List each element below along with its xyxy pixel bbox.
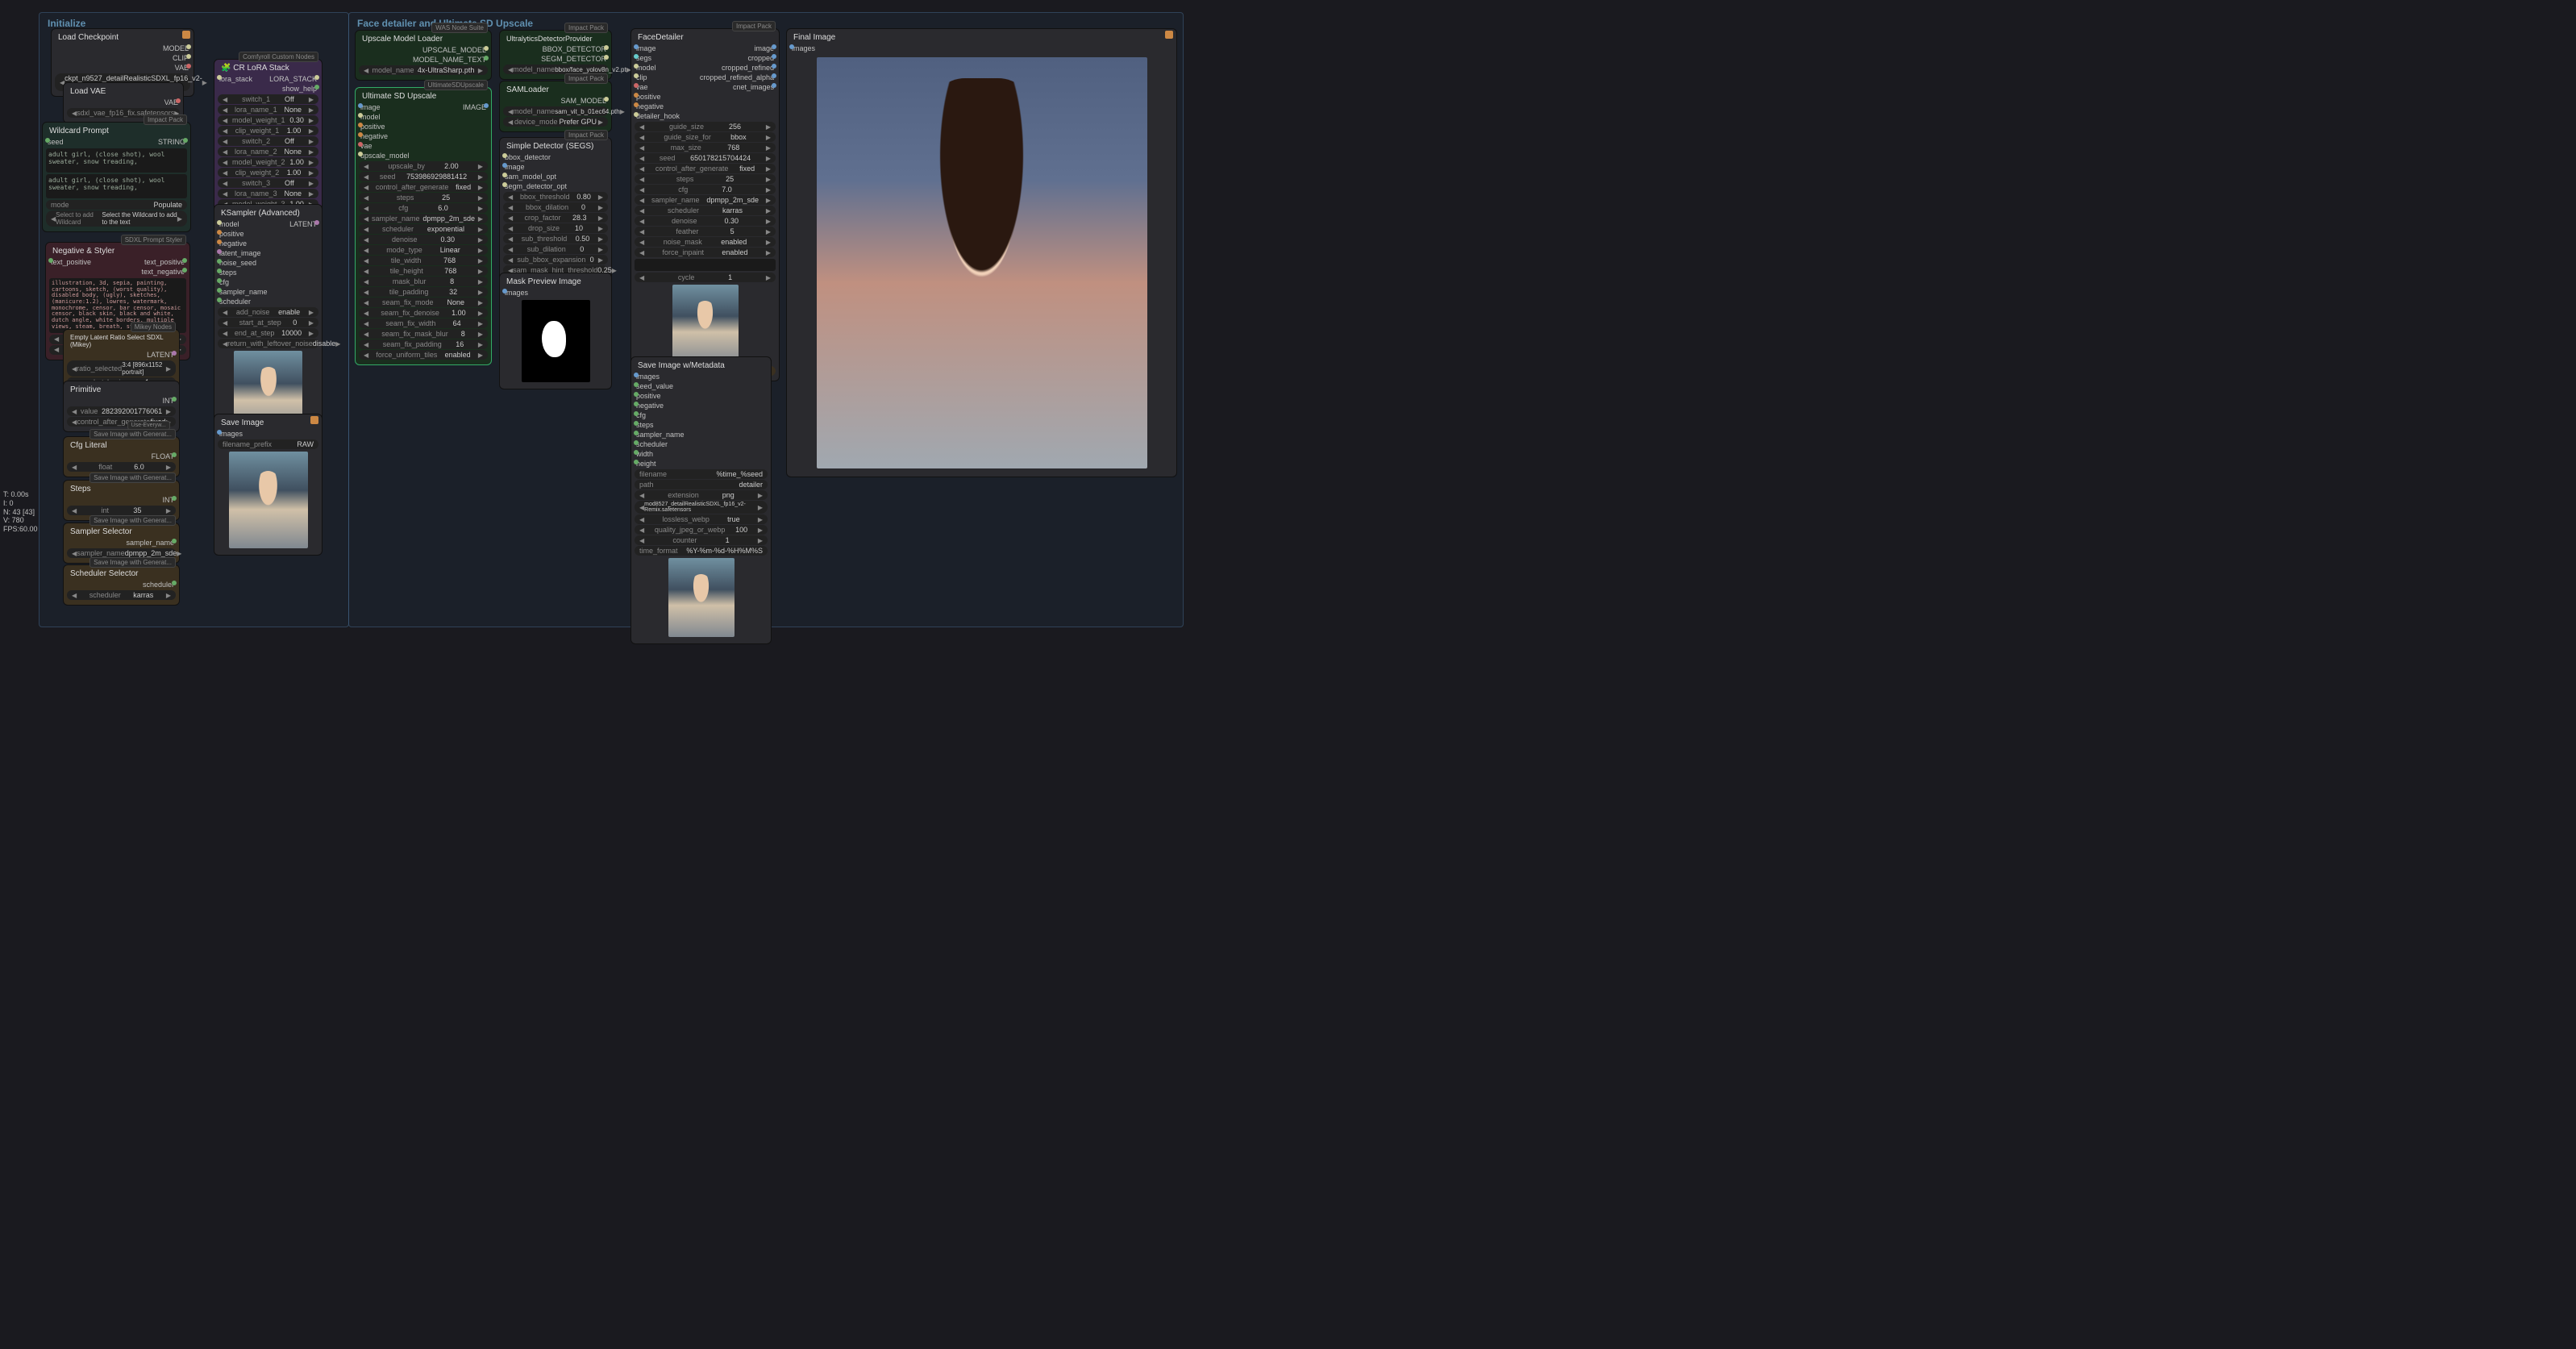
node-cfg-literal[interactable]: Use-Everyw... Save Image with Generat...… xyxy=(63,436,180,477)
node-badge: Impact Pack xyxy=(564,130,608,140)
node-badge: WAS Node Suite xyxy=(431,23,488,33)
preview-image xyxy=(672,285,739,364)
node-title: Primitive xyxy=(67,384,176,396)
ratio-widget[interactable]: ◀ratio_selected3:4 [896x1152 portrait]▶ xyxy=(67,360,176,377)
node-badge: Save Image with Generat... xyxy=(89,557,176,568)
node-mask-preview[interactable]: Mask Preview Image images xyxy=(499,273,612,389)
scheduler-widget[interactable]: ◀schedulerkarras▶ xyxy=(67,590,176,600)
collapse-icon[interactable] xyxy=(1165,31,1173,39)
node-title: FaceDetailer xyxy=(635,31,776,44)
collapse-icon[interactable] xyxy=(182,31,190,39)
value-widget[interactable]: ◀value282392001776061▶ xyxy=(67,406,176,416)
node-save-image[interactable]: Save Image images filename_prefixRAW xyxy=(214,414,323,556)
node-save-image-metadata[interactable]: Save Image w/Metadata images seed_value … xyxy=(630,356,772,644)
mask-preview-image xyxy=(522,300,590,382)
perf-stats: T: 0.00sI: 0N: 43 [43]V: 780FPS:60.00 xyxy=(3,490,38,534)
node-badge: Impact Pack xyxy=(564,73,608,84)
node-ksampler[interactable]: KSampler (Advanced) modelLATENT positive… xyxy=(214,204,323,440)
node-badge: Save Image with Generat... xyxy=(89,429,176,439)
node-title: SAMLoader xyxy=(503,84,608,96)
node-title: Simple Detector (SEGS) xyxy=(503,140,608,152)
node-scheduler-selector[interactable]: Save Image with Generat... Scheduler Sel… xyxy=(63,564,180,606)
node-title: Final Image xyxy=(790,31,1173,44)
node-title: Save Image w/Metadata xyxy=(635,360,768,372)
node-title: 🧩 CR LoRA Stack xyxy=(218,62,318,74)
node-title: Mask Preview Image xyxy=(503,276,608,288)
node-title: Sampler Selector xyxy=(67,526,176,538)
node-ultralytics-detector[interactable]: Impact Pack UltralyticsDetectorProvider … xyxy=(499,30,612,80)
node-badge: Comfyroll Custom Nodes xyxy=(239,52,318,62)
preview-image xyxy=(229,452,308,548)
preview-image xyxy=(668,558,735,637)
mode-widget[interactable]: modePopulate xyxy=(46,200,187,210)
node-badge: Impact Pack xyxy=(564,23,608,33)
node-ultimate-sd-upscale[interactable]: UltimateSDUpscale Ultimate SD Upscale im… xyxy=(355,87,492,365)
prompt-text-2[interactable]: adult girl, (close shot), wool sweater, … xyxy=(46,174,187,198)
node-wildcard-prompt[interactable]: Impact Pack Wildcard Prompt seedSTRING a… xyxy=(42,122,191,232)
node-face-detailer[interactable]: Impact Pack FaceDetailer imageimage segs… xyxy=(630,28,780,381)
node-title: Negative & Styler xyxy=(49,245,186,257)
collapse-icon[interactable] xyxy=(310,416,318,424)
node-title: Save Image xyxy=(218,417,318,429)
node-badge: Mikey Nodes xyxy=(131,322,176,332)
float-widget[interactable]: ◀float6.0▶ xyxy=(67,462,176,472)
node-title: Cfg Literal xyxy=(67,439,176,452)
node-upscale-model-loader[interactable]: WAS Node Suite Upscale Model Loader UPSC… xyxy=(355,30,492,81)
node-badge: Save Image with Generat... xyxy=(89,473,176,483)
prompt-text[interactable]: adult girl, (close shot), wool sweater, … xyxy=(46,148,187,173)
node-badge: Impact Pack xyxy=(144,114,187,125)
node-title: Wildcard Prompt xyxy=(46,125,187,137)
node-title: UltralyticsDetectorProvider xyxy=(503,33,608,44)
int-widget[interactable]: ◀int35▶ xyxy=(67,506,176,515)
node-sam-loader[interactable]: Impact Pack SAMLoader SAM_MODEL ◀model_n… xyxy=(499,81,612,132)
node-lora-stack[interactable]: Comfyroll Custom Nodes 🧩 CR LoRA Stack l… xyxy=(214,59,323,225)
node-badge: SDXL Prompt Styler xyxy=(121,235,186,245)
final-preview-image xyxy=(817,57,1147,468)
node-title: Scheduler Selector xyxy=(67,568,176,580)
node-final-image[interactable]: Final Image images xyxy=(786,28,1177,477)
node-badge: Impact Pack xyxy=(732,21,776,31)
node-title: Steps xyxy=(67,483,176,495)
select-wildcard-widget[interactable]: ◀Select to add WildcardSelect the Wildca… xyxy=(46,210,187,227)
node-title: Ultimate SD Upscale xyxy=(359,90,488,102)
node-title: Upscale Model Loader xyxy=(359,33,488,45)
node-title: KSampler (Advanced) xyxy=(218,207,318,219)
node-title: Empty Latent Ratio Select SDXL (Mikey) xyxy=(67,332,176,350)
node-title: Load Checkpoint xyxy=(55,31,190,44)
node-badge: Save Image with Generat... xyxy=(89,515,176,526)
node-badge: UltimateSDUpscale xyxy=(424,80,488,90)
node-simple-detector[interactable]: Impact Pack Simple Detector (SEGS) bbox_… xyxy=(499,137,612,291)
node-title: Load VAE xyxy=(67,85,180,98)
